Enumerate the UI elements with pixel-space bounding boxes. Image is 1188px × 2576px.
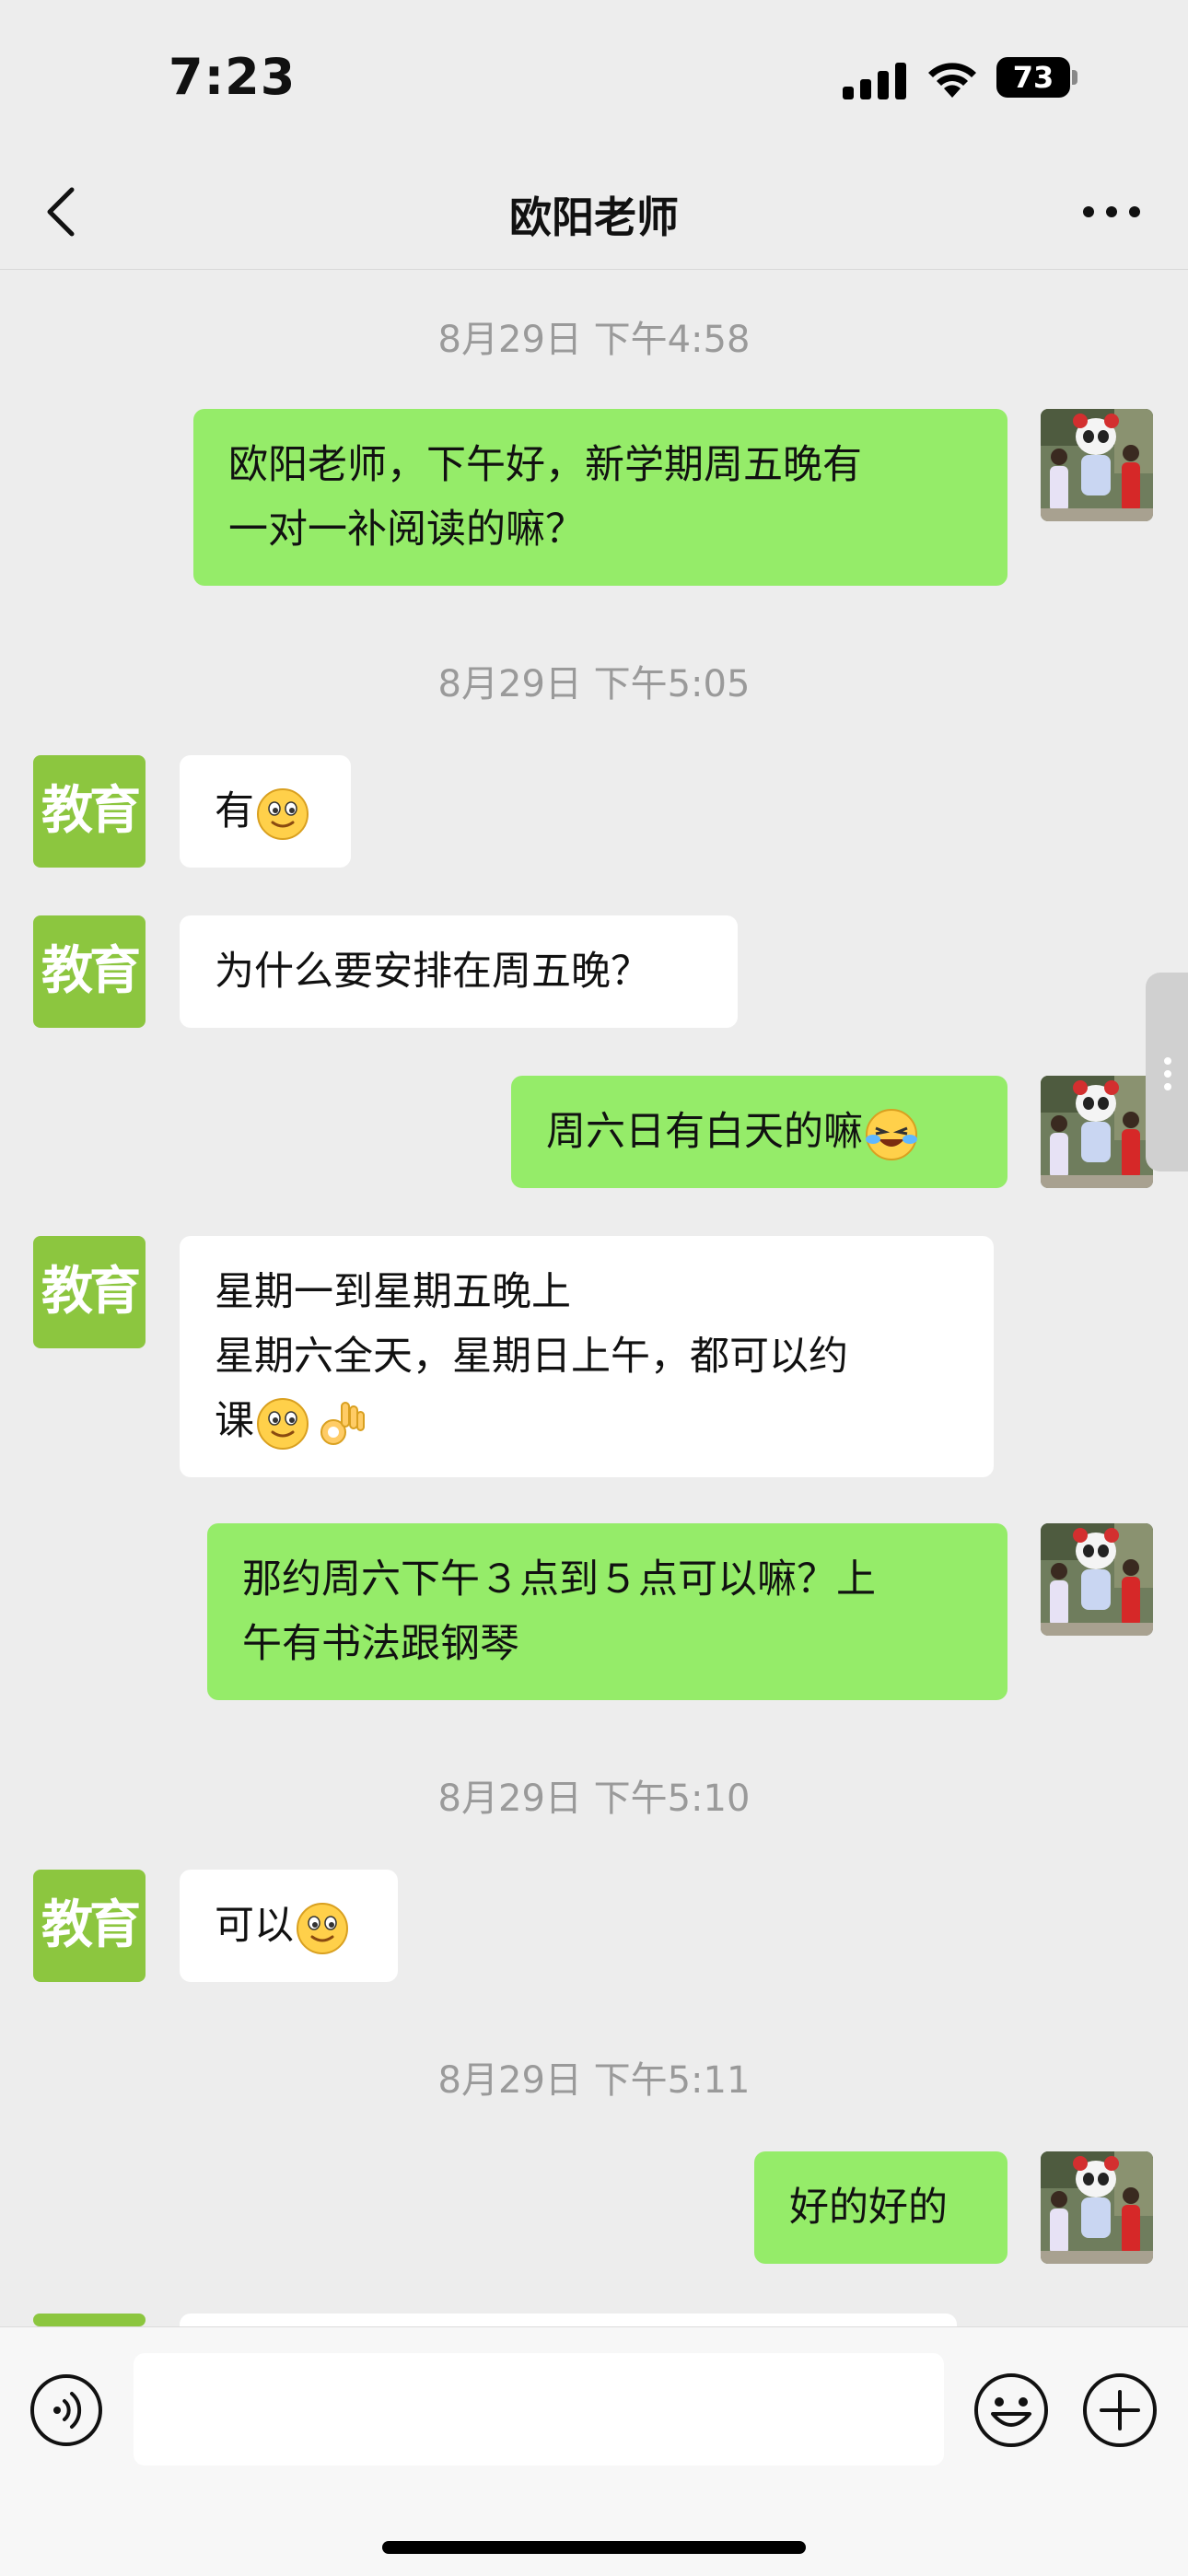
message-timestamp: 8月29日 下午5:11 <box>437 2059 751 2102</box>
ok-hand-emoji-icon <box>320 1401 365 1445</box>
teacher-avatar[interactable]: 教育 <box>33 915 146 1028</box>
battery-level: 73 <box>996 57 1070 98</box>
smile-emoji-icon <box>256 1397 309 1450</box>
message-bubble-received[interactable]: 为什么要安排在周五晚？ <box>180 915 738 1028</box>
smile-emoji-icon <box>296 1902 349 1954</box>
input-bar <box>0 2326 1188 2576</box>
message-bubble-received[interactable]: 星期一到星期五晚上 星期六全天，星期日上午，都可以约 课 <box>180 1236 994 1477</box>
message-text: 一对一补阅读的嘛？ <box>228 507 585 553</box>
message-timestamp: 8月29日 下午5:10 <box>437 1778 751 1820</box>
cry-laugh-emoji-icon <box>865 1108 918 1160</box>
message-input[interactable] <box>134 2353 944 2465</box>
message-text: 那约周六下午３点到５点可以嘛？上 <box>242 1556 876 1603</box>
message-bubble-sent[interactable]: 那约周六下午３点到５点可以嘛？上 午有书法跟钢琴 <box>207 1523 1007 1700</box>
my-avatar[interactable] <box>1041 1523 1153 1636</box>
message-bubble-sent[interactable]: 周六日有白天的嘛 <box>511 1076 1007 1188</box>
more-options-icon[interactable] <box>1079 193 1144 230</box>
message-bubble-received[interactable]: 有 <box>180 755 351 868</box>
teacher-avatar[interactable]: 教育 <box>33 1236 146 1348</box>
teacher-avatar-partial[interactable] <box>33 2314 146 2326</box>
message-text: 课 <box>215 1398 254 1444</box>
battery-icon: 73 <box>996 57 1077 98</box>
message-text: 星期一到星期五晚上 <box>215 1269 571 1315</box>
emoji-icon[interactable] <box>973 2372 1050 2449</box>
my-avatar[interactable] <box>1041 409 1153 521</box>
smile-emoji-icon <box>256 787 309 840</box>
teacher-avatar[interactable]: 教育 <box>33 755 146 868</box>
message-timestamp: 8月29日 下午5:05 <box>437 663 751 705</box>
wifi-icon <box>928 63 976 98</box>
cellular-signal-icon <box>843 61 907 99</box>
message-bubble-sent[interactable]: 欧阳老师，下午好，新学期周五晚有 一对一补阅读的嘛？ <box>193 409 1007 586</box>
message-text: 午有书法跟钢琴 <box>242 1621 519 1667</box>
status-bar: 7:23 73 <box>0 0 1188 157</box>
chat-title: 欧阳老师 <box>509 192 679 242</box>
chat-header: 欧阳老师 <box>0 157 1188 270</box>
voice-icon[interactable] <box>29 2373 103 2447</box>
message-bubble-partial[interactable] <box>180 2314 957 2326</box>
message-timestamp: 8月29日 下午4:58 <box>437 319 751 361</box>
message-bubble-received[interactable]: 可以 <box>180 1870 398 1982</box>
teacher-avatar[interactable]: 教育 <box>33 1870 146 1982</box>
plus-icon[interactable] <box>1081 2372 1159 2449</box>
message-bubble-sent[interactable]: 好的好的 <box>754 2151 1007 2264</box>
message-text: 星期六全天，星期日上午，都可以约 <box>215 1334 848 1380</box>
message-text: 周六日有白天的嘛 <box>546 1109 863 1155</box>
message-text: 为什么要安排在周五晚？ <box>215 949 650 995</box>
my-avatar[interactable] <box>1041 1076 1153 1188</box>
message-text: 欧阳老师，下午好，新学期周五晚有 <box>228 442 862 488</box>
scroll-handle[interactable] <box>1146 973 1188 1171</box>
message-text: 好的好的 <box>789 2185 948 2231</box>
my-avatar[interactable] <box>1041 2151 1153 2264</box>
status-time: 7:23 <box>169 48 297 106</box>
home-indicator <box>382 2541 806 2554</box>
message-text: 有 <box>215 788 254 834</box>
message-text: 可以 <box>215 1903 294 1949</box>
